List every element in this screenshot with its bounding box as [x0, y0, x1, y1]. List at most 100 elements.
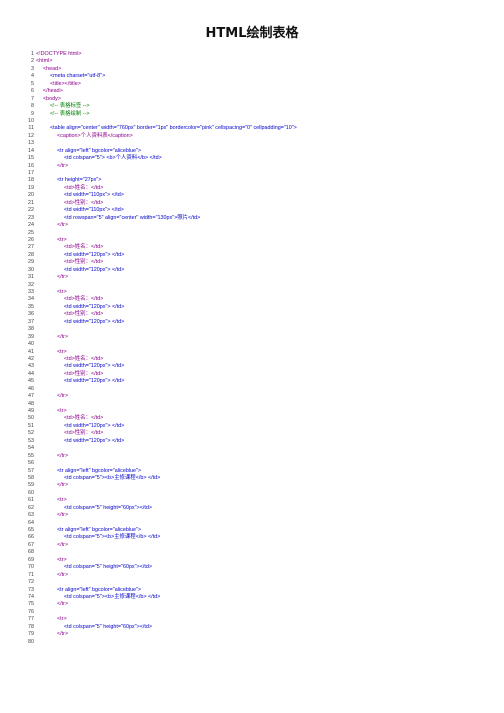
- code-line: 15 <td colspan="5"> <b>个人资料</b> </td>: [26, 155, 496, 162]
- line-number: 65: [28, 527, 34, 533]
- code-text: </tr>: [57, 274, 69, 281]
- code-text: <table align="center" width="760px" bord…: [50, 125, 297, 132]
- line-number: 62: [28, 504, 34, 511]
- code-listing: 1 <!DOCTYPE html> 2 <html> 3 <head> 4 <meta cha…: [26, 51, 496, 646]
- code-line: 78 <td colspan="5" height="60px"></td>: [26, 624, 496, 631]
- code-text: <td colspan="5"><b>主修课程</b> </td>: [64, 593, 161, 600]
- line-number: 13: [28, 140, 34, 147]
- code-line: 71 </tr>: [26, 572, 496, 579]
- code-line: 63 </tr>: [26, 512, 496, 519]
- code-text: <td width="120px"> </td>: [64, 437, 125, 444]
- line-number: 23: [28, 214, 34, 221]
- code-line: 72: [26, 579, 496, 586]
- line-number: 31: [28, 274, 34, 281]
- code-line: 58 <td colspan="5"><b>主修课程</b> </td>: [26, 475, 496, 482]
- line-number: 12: [28, 132, 34, 139]
- code-line: 14 <tr align="left" bgcolor="aliceblue">: [26, 148, 496, 155]
- code-text: <td>性别：</td>: [64, 259, 104, 266]
- code-line: 17: [26, 170, 496, 177]
- code-text: <td colspan="5" height="60px"></td>: [64, 623, 152, 630]
- code-line: 10: [26, 118, 496, 125]
- code-line: 68: [26, 549, 496, 556]
- code-line: 64: [26, 520, 496, 527]
- code-line: 21 <td>性别：</td>: [26, 200, 496, 207]
- code-text: <td>性别：</td>: [64, 430, 104, 437]
- code-text: <tr align="left" bgcolor="aliceblue">: [57, 467, 142, 474]
- line-number: 2: [31, 58, 34, 65]
- line-number: 4: [31, 73, 34, 80]
- line-number: 72: [28, 579, 34, 586]
- line-number: 71: [28, 571, 34, 578]
- line-number: 57: [28, 467, 34, 474]
- line-number: 30: [28, 266, 34, 273]
- code-text: <body>: [43, 95, 61, 102]
- code-line: 6 </head>: [26, 88, 496, 95]
- code-line: 61 <tr>: [26, 497, 496, 504]
- code-line: 22 <td width="110px"> </td>: [26, 207, 496, 214]
- code-text: </tr>: [57, 512, 69, 519]
- line-number: 80: [28, 638, 34, 645]
- line-number: 27: [28, 244, 34, 251]
- line-number: 17: [28, 170, 34, 176]
- code-line: 20 <td width="110px"> </td>: [26, 192, 496, 199]
- code-text: </tr>: [57, 482, 69, 489]
- code-line: 27 <td>姓名：</td>: [26, 244, 496, 251]
- line-number: 32: [28, 281, 34, 288]
- code-line: 16 </tr>: [26, 163, 496, 170]
- line-number: 41: [28, 348, 34, 355]
- line-number: 8: [31, 103, 34, 110]
- code-line: 2 <html>: [26, 58, 496, 65]
- line-number: 25: [28, 229, 34, 236]
- code-text: </tr>: [57, 222, 69, 229]
- line-number: 40: [28, 341, 34, 348]
- code-line: 23 <td rowspan="5" align="center" width="…: [26, 215, 496, 222]
- code-line: 75 </tr>: [26, 601, 496, 608]
- code-text: <tr>: [57, 497, 67, 504]
- code-line: 43 <td width="120px"> </td>: [26, 363, 496, 370]
- line-number: 56: [28, 460, 34, 467]
- line-number: 76: [28, 608, 34, 615]
- line-number: 70: [28, 564, 34, 571]
- code-text: </tr>: [57, 162, 69, 169]
- line-number: 35: [28, 303, 34, 310]
- code-line: 31 </tr>: [26, 274, 496, 281]
- line-number: 52: [28, 430, 34, 437]
- line-number: 67: [28, 541, 34, 548]
- code-line: 9 <!-- 表格绘制 -->: [26, 111, 496, 118]
- code-line: 76: [26, 609, 496, 616]
- code-line: 53 <td width="120px"> </td>: [26, 438, 496, 445]
- line-number: 29: [28, 259, 34, 266]
- line-number: 66: [28, 534, 34, 541]
- code-line: 69 <tr>: [26, 557, 496, 564]
- line-number: 39: [28, 333, 34, 340]
- code-line: 66 <td colspan="5"><b>主修课程</b> </td>: [26, 534, 496, 541]
- code-line: 3 <head>: [26, 66, 496, 73]
- code-line: 1 <!DOCTYPE html>: [26, 51, 496, 58]
- code-line: 48: [26, 401, 496, 408]
- line-number: 16: [28, 162, 34, 169]
- code-text: </tr>: [57, 571, 69, 578]
- code-line: 59 </tr>: [26, 482, 496, 489]
- code-text: <td colspan="5"><b>主修课程</b> </td>: [64, 474, 161, 481]
- line-number: 54: [28, 445, 34, 452]
- line-number: 51: [28, 422, 34, 429]
- code-line: 50 <td>姓名：</td>: [26, 415, 496, 422]
- line-number: 3: [31, 65, 34, 72]
- line-number: 44: [28, 370, 34, 377]
- line-number: 43: [28, 363, 34, 370]
- code-text: <td width="120px"> </td>: [64, 266, 125, 273]
- code-line: 25: [26, 230, 496, 237]
- code-text: <caption>个人资料表</caption>: [57, 132, 133, 139]
- line-number: 42: [28, 355, 34, 362]
- line-number: 58: [28, 474, 34, 481]
- code-text: </head>: [43, 88, 63, 95]
